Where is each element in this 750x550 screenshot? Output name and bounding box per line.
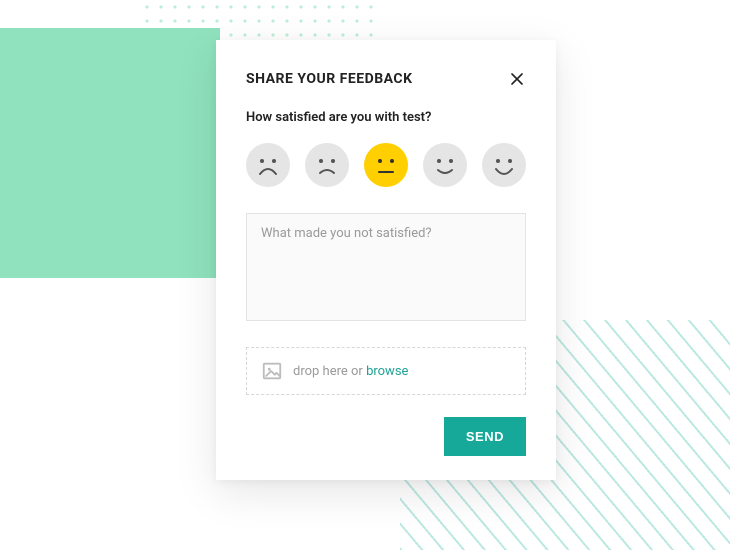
bg-mint-block xyxy=(0,28,220,278)
image-icon xyxy=(261,360,283,382)
face-very-satisfied[interactable] xyxy=(482,143,526,187)
face-satisfied-icon xyxy=(423,143,467,187)
close-button[interactable] xyxy=(508,70,526,88)
face-very-unsatisfied[interactable] xyxy=(246,143,290,187)
face-very-satisfied-icon xyxy=(482,143,526,187)
question-text: How satisfied are you with test? xyxy=(246,110,526,125)
face-neutral-icon xyxy=(364,143,408,187)
face-satisfied[interactable] xyxy=(423,143,467,187)
face-very-unsatisfied-icon xyxy=(246,143,290,187)
rating-row xyxy=(246,143,526,187)
card-title: SHARE YOUR FEEDBACK xyxy=(246,71,412,87)
upload-text-prefix: drop here or xyxy=(293,364,366,379)
send-button[interactable]: SEND xyxy=(444,417,526,456)
upload-dropzone[interactable]: drop here or browse xyxy=(246,347,526,395)
upload-text: drop here or browse xyxy=(293,364,408,379)
close-icon xyxy=(511,73,523,85)
card-header: SHARE YOUR FEEDBACK xyxy=(246,70,526,88)
upload-browse-link[interactable]: browse xyxy=(366,364,408,379)
face-unsatisfied-icon xyxy=(305,143,349,187)
feedback-textarea[interactable] xyxy=(246,213,526,321)
feedback-card: SHARE YOUR FEEDBACK How satisfied are yo… xyxy=(216,40,556,480)
face-neutral[interactable] xyxy=(364,143,408,187)
face-unsatisfied[interactable] xyxy=(305,143,349,187)
actions-row: SEND xyxy=(246,417,526,456)
